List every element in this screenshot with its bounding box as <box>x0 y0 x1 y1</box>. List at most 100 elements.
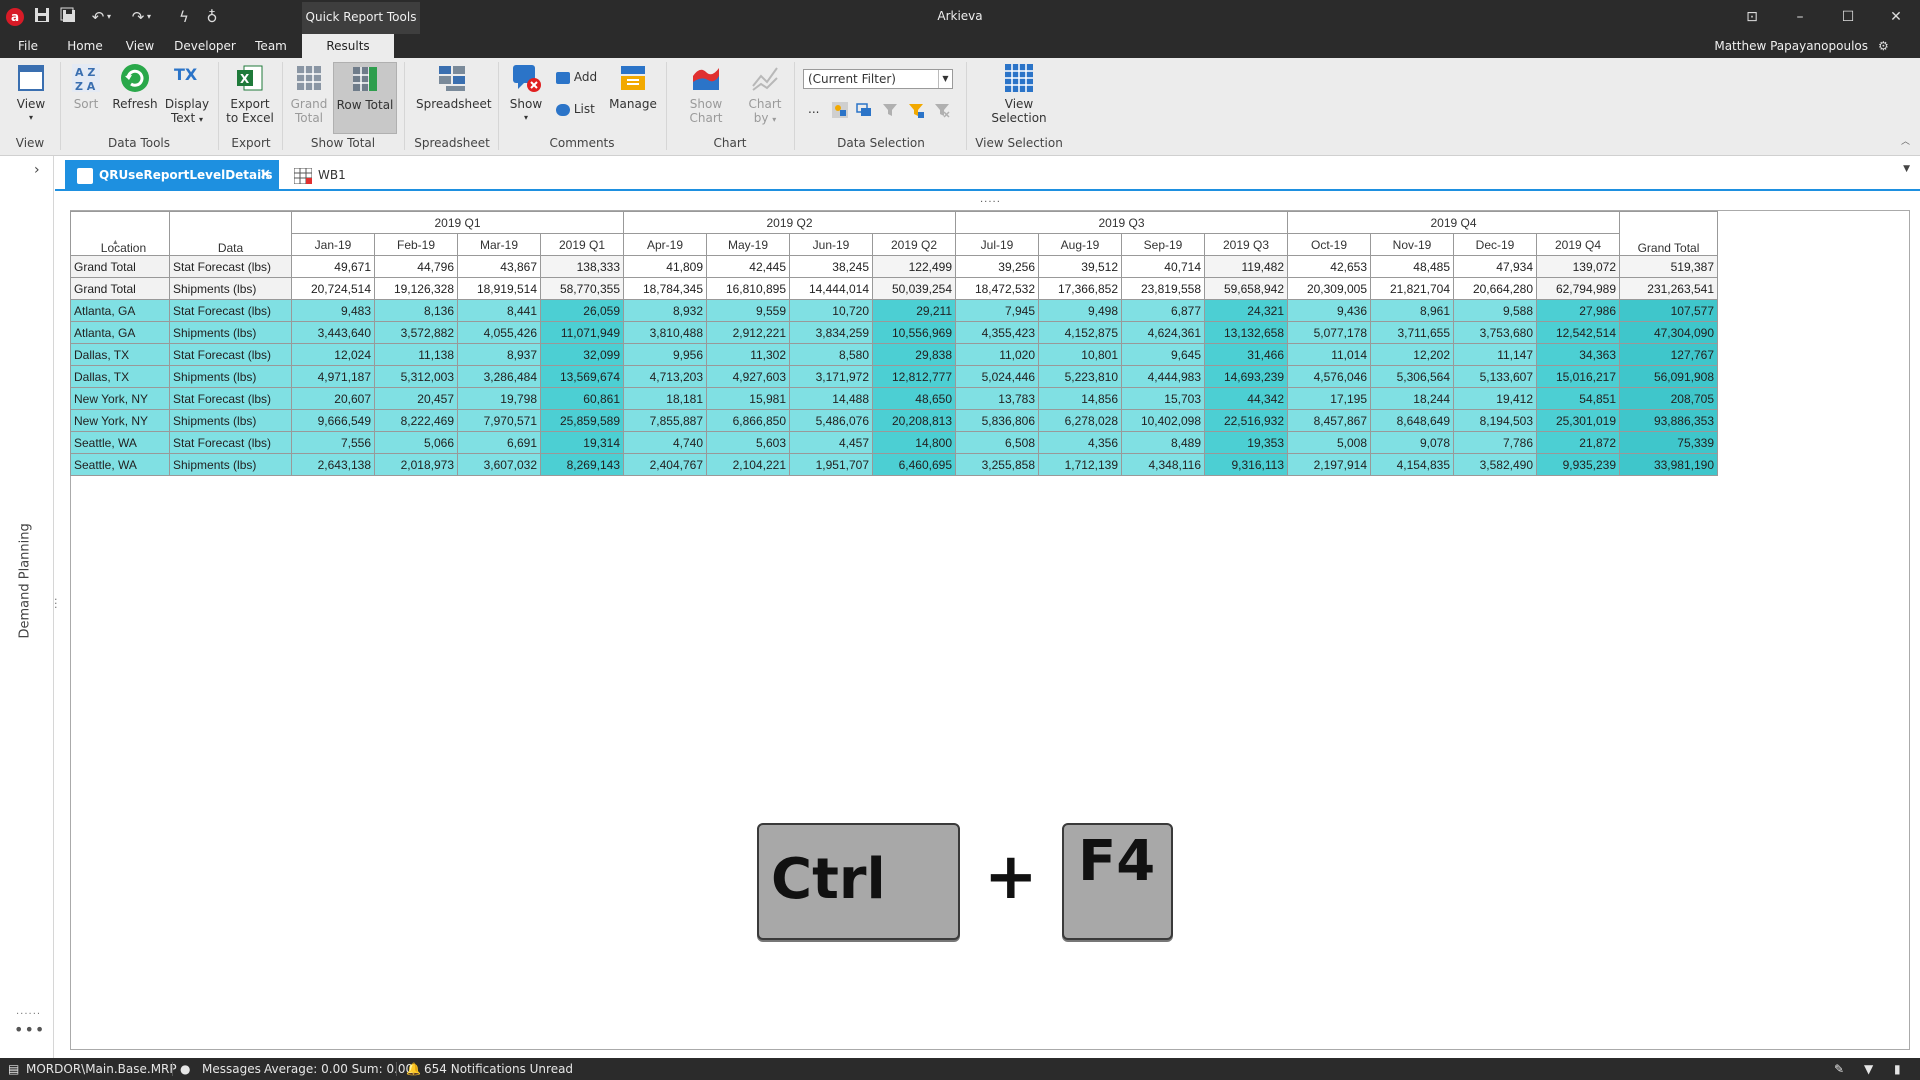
cell-value[interactable]: 43,867 <box>457 255 541 278</box>
cell-value[interactable]: 40,714 <box>1121 255 1205 278</box>
cell-value[interactable]: 4,355,423 <box>955 321 1039 344</box>
cell-value[interactable]: 9,078 <box>1370 431 1454 454</box>
header-data[interactable]: Data <box>169 211 292 256</box>
show-chart-button[interactable]: Show Chart <box>672 62 740 125</box>
cell-value[interactable]: 3,286,484 <box>457 365 541 388</box>
row-location[interactable]: Atlanta, GA <box>70 321 170 344</box>
cell-quarter-total[interactable]: 8,269,143 <box>540 453 624 476</box>
cell-value[interactable]: 5,008 <box>1287 431 1371 454</box>
close-icon[interactable]: ✕ <box>1882 6 1910 28</box>
header-month[interactable]: Aug-19 <box>1038 233 1122 256</box>
cell-value[interactable]: 23,819,558 <box>1121 277 1205 300</box>
header-month[interactable]: Dec-19 <box>1453 233 1537 256</box>
filter-select[interactable]: (Current Filter) ▼ <box>803 69 953 89</box>
cell-value[interactable]: 8,580 <box>789 343 873 366</box>
row-location[interactable]: Seattle, WA <box>70 431 170 454</box>
cell-value[interactable]: 2,404,767 <box>623 453 707 476</box>
cell-grand-total[interactable]: 33,981,190 <box>1619 453 1718 476</box>
demand-planning-panel-label[interactable]: Demand Planning <box>18 523 33 638</box>
cell-quarter-total[interactable]: 21,872 <box>1536 431 1620 454</box>
cell-value[interactable]: 7,556 <box>291 431 375 454</box>
cell-grand-total[interactable]: 208,705 <box>1619 387 1718 410</box>
cell-value[interactable]: 6,866,850 <box>706 409 790 432</box>
cell-value[interactable]: 39,512 <box>1038 255 1122 278</box>
cell-value[interactable]: 3,255,858 <box>955 453 1039 476</box>
cell-value[interactable]: 6,877 <box>1121 299 1205 322</box>
maximize-icon[interactable]: ☐ <box>1834 6 1862 28</box>
row-data-measure[interactable]: Shipments (lbs) <box>169 409 292 432</box>
cell-quarter-total[interactable]: 122,499 <box>872 255 956 278</box>
cell-quarter-total[interactable]: 12,542,514 <box>1536 321 1620 344</box>
cell-value[interactable]: 4,457 <box>789 431 873 454</box>
cell-value[interactable]: 4,713,203 <box>623 365 707 388</box>
undo-dropdown-icon[interactable]: ▾ <box>104 7 114 27</box>
collapse-ribbon-icon[interactable]: ︿ <box>1901 134 1910 147</box>
cell-quarter-total[interactable]: 29,838 <box>872 343 956 366</box>
cell-quarter-total[interactable]: 138,333 <box>540 255 624 278</box>
cell-quarter-total[interactable]: 19,314 <box>540 431 624 454</box>
close-tab-icon[interactable]: ✕ <box>259 160 271 191</box>
cell-quarter-total[interactable]: 9,316,113 <box>1204 453 1288 476</box>
cell-value[interactable]: 5,603 <box>706 431 790 454</box>
cell-value[interactable]: 5,024,446 <box>955 365 1039 388</box>
user-avatar-icon[interactable]: ⚙ <box>1878 39 1892 53</box>
cell-value[interactable]: 8,489 <box>1121 431 1205 454</box>
filter-dropdown-icon[interactable]: ▼ <box>938 70 952 88</box>
cell-quarter-total[interactable]: 139,072 <box>1536 255 1620 278</box>
cell-value[interactable]: 3,711,655 <box>1370 321 1454 344</box>
menu-developer[interactable]: Developer <box>170 34 240 58</box>
row-location[interactable]: Grand Total <box>70 277 170 300</box>
refresh-button[interactable]: Refresh <box>112 62 158 111</box>
cell-value[interactable]: 5,306,564 <box>1370 365 1454 388</box>
cell-quarter-total[interactable]: 50,039,254 <box>872 277 956 300</box>
sort-button[interactable]: A ZZ A Sort <box>68 62 104 111</box>
filter-clear-icon[interactable] <box>934 102 950 118</box>
cell-value[interactable]: 4,927,603 <box>706 365 790 388</box>
select-member-icon[interactable] <box>832 102 848 118</box>
row-data-measure[interactable]: Stat Forecast (lbs) <box>169 387 292 410</box>
cell-value[interactable]: 11,020 <box>955 343 1039 366</box>
cell-quarter-total[interactable]: 60,861 <box>540 387 624 410</box>
filter-apply-icon[interactable] <box>908 102 924 118</box>
status-filter-icon[interactable]: ▼ <box>1864 1058 1873 1080</box>
cell-value[interactable]: 4,444,983 <box>1121 365 1205 388</box>
menu-results[interactable]: Results <box>302 34 394 58</box>
cell-value[interactable]: 9,666,549 <box>291 409 375 432</box>
cell-value[interactable]: 2,197,914 <box>1287 453 1371 476</box>
cell-value[interactable]: 3,607,032 <box>457 453 541 476</box>
save-icon[interactable] <box>32 7 52 27</box>
export-to-excel-button[interactable]: X Export to Excel <box>226 62 274 125</box>
cell-quarter-total[interactable]: 54,851 <box>1536 387 1620 410</box>
row-data-measure[interactable]: Stat Forecast (lbs) <box>169 255 292 278</box>
lightning-icon[interactable]: ϟ <box>174 7 194 27</box>
header-quarter[interactable]: 2019 Q3 <box>955 211 1288 234</box>
cell-value[interactable]: 9,483 <box>291 299 375 322</box>
cell-value[interactable]: 8,457,867 <box>1287 409 1371 432</box>
row-location[interactable]: Atlanta, GA <box>70 299 170 322</box>
cell-value[interactable]: 3,582,490 <box>1453 453 1537 476</box>
list-comments-button[interactable]: List <box>556 102 595 116</box>
status-panel-icon[interactable]: ▮ <box>1894 1058 1901 1080</box>
cell-quarter-total[interactable]: 58,770,355 <box>540 277 624 300</box>
menu-file[interactable]: File <box>6 34 50 58</box>
cell-value[interactable]: 8,222,469 <box>374 409 458 432</box>
manage-comments-button[interactable]: Manage <box>608 62 658 111</box>
cell-value[interactable]: 20,457 <box>374 387 458 410</box>
cell-value[interactable]: 5,133,607 <box>1453 365 1537 388</box>
cell-value[interactable]: 47,934 <box>1453 255 1537 278</box>
cell-value[interactable]: 5,223,810 <box>1038 365 1122 388</box>
cell-value[interactable]: 20,607 <box>291 387 375 410</box>
messages-link[interactable]: Messages <box>202 1058 261 1080</box>
cell-value[interactable]: 38,245 <box>789 255 873 278</box>
cell-value[interactable]: 19,412 <box>1453 387 1537 410</box>
cell-quarter-total[interactable]: 22,516,932 <box>1204 409 1288 432</box>
cell-value[interactable]: 8,441 <box>457 299 541 322</box>
notifications-link[interactable]: 654 Notifications Unread <box>424 1058 573 1080</box>
cell-quarter-total[interactable]: 27,986 <box>1536 299 1620 322</box>
cell-value[interactable]: 4,624,361 <box>1121 321 1205 344</box>
cell-value[interactable]: 44,796 <box>374 255 458 278</box>
grand-total-button[interactable]: Grand Total <box>288 62 330 125</box>
cell-quarter-total[interactable]: 14,800 <box>872 431 956 454</box>
cell-value[interactable]: 5,066 <box>374 431 458 454</box>
header-month[interactable]: Mar-19 <box>457 233 541 256</box>
